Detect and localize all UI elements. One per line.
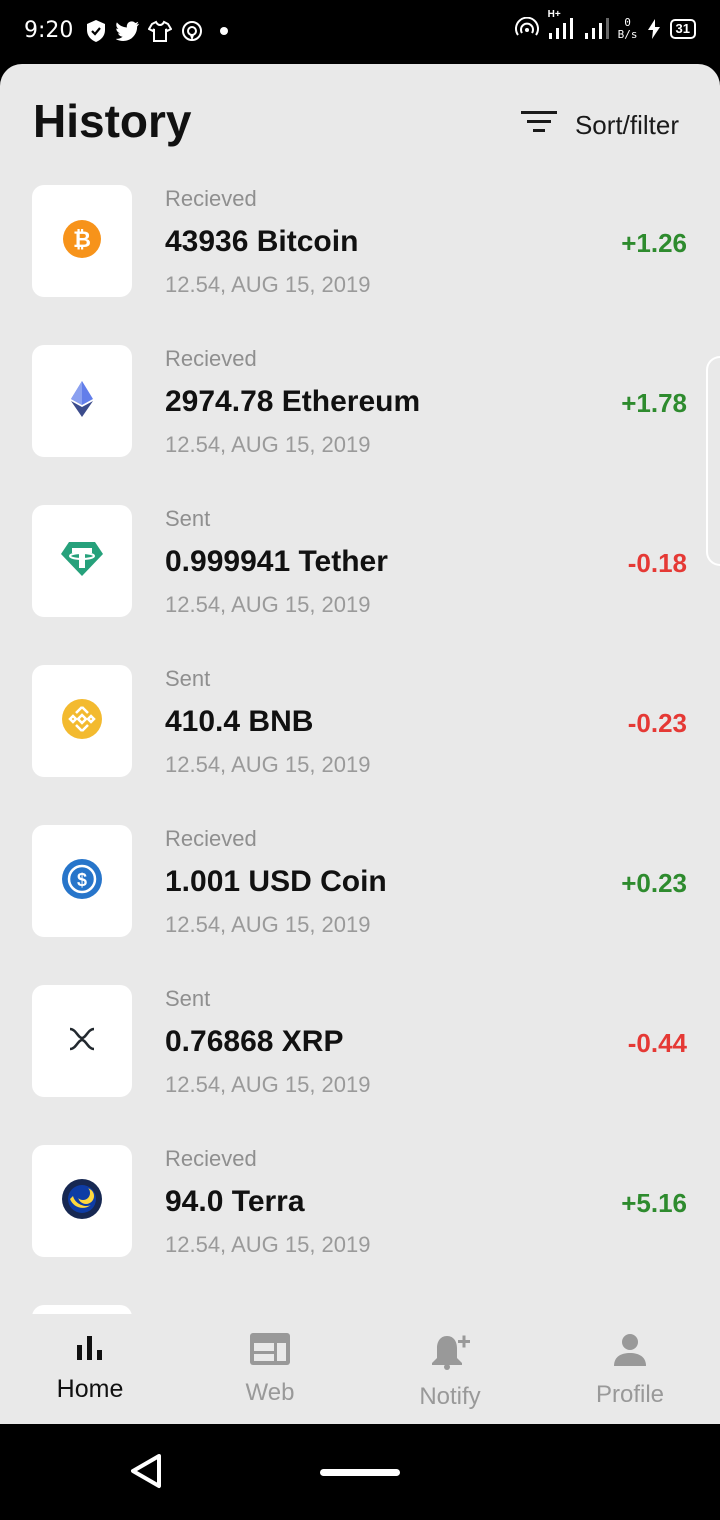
transaction-date: 12.54, AUG 15, 2019 bbox=[165, 912, 371, 937]
transaction-type: Recieved bbox=[165, 826, 257, 851]
transaction-list[interactable]: ₿ Recieved 43936 Bitcoin 12.54, AUG 15, … bbox=[0, 185, 720, 1315]
transaction-amount: +1.26 bbox=[621, 228, 687, 258]
list-item[interactable]: Sent 0.999941 Tether 12.54, AUG 15, 2019… bbox=[0, 505, 720, 665]
list-item[interactable]: Sent 0.76868 XRP 12.54, AUG 15, 2019 -0.… bbox=[0, 985, 720, 1145]
ethereum-icon bbox=[70, 380, 94, 422]
transaction-title: 2974.78 Ethereum bbox=[165, 385, 421, 418]
transaction-date: 12.54, AUG 15, 2019 bbox=[165, 432, 371, 457]
transaction-title: 94.0 Terra bbox=[165, 1185, 305, 1218]
coin-tile: $ bbox=[32, 825, 132, 937]
wifi-calling-icon bbox=[514, 17, 540, 41]
back-icon[interactable] bbox=[128, 1452, 164, 1495]
coin-tile bbox=[32, 505, 132, 617]
nav-label: Web bbox=[245, 1379, 295, 1406]
transaction-amount: +1.78 bbox=[621, 388, 687, 418]
side-drawer-handle[interactable] bbox=[706, 356, 720, 566]
transaction-date: 12.54, AUG 15, 2019 bbox=[165, 1072, 371, 1097]
transaction-title: 0.76868 XRP bbox=[165, 1025, 344, 1058]
transaction-date: 12.54, AUG 15, 2019 bbox=[165, 752, 371, 777]
transaction-type: Sent bbox=[165, 666, 211, 691]
nav-label: Notify bbox=[419, 1383, 481, 1410]
filter-icon bbox=[520, 109, 557, 142]
usd-coin-icon: $ bbox=[61, 858, 103, 905]
transaction-amount: +5.16 bbox=[621, 1188, 687, 1218]
transaction-date: 12.54, AUG 15, 2019 bbox=[165, 272, 371, 297]
data-speed: 0 B/s bbox=[618, 17, 638, 41]
nav-home[interactable]: Home bbox=[0, 1332, 180, 1404]
shirt-icon bbox=[148, 18, 172, 44]
system-navigation-bar bbox=[0, 1424, 720, 1520]
transaction-amount: -0.18 bbox=[627, 548, 687, 578]
nav-notify[interactable]: Notify bbox=[360, 1332, 540, 1411]
bell-plus-icon bbox=[429, 1332, 471, 1375]
nav-web[interactable]: Web bbox=[180, 1332, 360, 1407]
transaction-type: Recieved bbox=[165, 346, 257, 371]
transaction-type: Sent bbox=[165, 986, 211, 1011]
transaction-amount: -0.23 bbox=[627, 708, 687, 738]
bitcoin-icon: ₿ bbox=[62, 219, 102, 264]
battery-icon: 31 bbox=[669, 19, 696, 39]
tether-icon bbox=[60, 541, 104, 582]
network-type: H+ bbox=[547, 9, 561, 20]
svg-text:$: $ bbox=[77, 870, 87, 890]
xrp-icon bbox=[68, 1027, 96, 1056]
transaction-type: Recieved bbox=[165, 1146, 257, 1171]
list-item[interactable]: $ Recieved 1.001 USD Coin 12.54, AUG 15,… bbox=[0, 825, 720, 985]
history-screen: History Sort/filter ₿ Recieved 43936 Bit… bbox=[0, 64, 720, 1424]
list-item[interactable]: Recieved 94.0 Terra 12.54, AUG 15, 2019 … bbox=[0, 1145, 720, 1305]
home-gesture-bar[interactable] bbox=[320, 1469, 400, 1476]
transaction-title: 43936 Bitcoin bbox=[165, 225, 359, 258]
list-item[interactable]: ₿ Recieved 43936 Bitcoin 12.54, AUG 15, … bbox=[0, 185, 720, 345]
bnb-icon bbox=[61, 698, 103, 745]
svg-text:₿: ₿ bbox=[73, 227, 91, 252]
twitter-icon bbox=[116, 18, 140, 44]
status-bar: 9:20 H+ 0 B/s 31 bbox=[0, 0, 720, 64]
bar-chart-icon bbox=[75, 1332, 105, 1367]
person-icon bbox=[612, 1332, 648, 1373]
nav-profile[interactable]: Profile bbox=[540, 1332, 720, 1409]
signal-icon bbox=[584, 17, 610, 41]
shield-icon bbox=[84, 18, 108, 44]
coin-tile bbox=[32, 665, 132, 777]
system-icons: H+ 0 B/s 31 bbox=[514, 9, 696, 41]
terra-icon bbox=[61, 1178, 103, 1225]
nav-label: Home bbox=[56, 1375, 124, 1403]
sort-filter-button[interactable]: Sort/filter bbox=[520, 109, 679, 142]
page-title: History bbox=[33, 95, 192, 147]
transaction-type: Sent bbox=[165, 506, 211, 531]
speed-unit: B/s bbox=[617, 28, 638, 41]
nav-label: Profile bbox=[595, 1381, 665, 1408]
coin-tile bbox=[32, 345, 132, 457]
list-item[interactable]: Sent 410.4 BNB 12.54, AUG 15, 2019 -0.23 bbox=[0, 665, 720, 825]
transaction-type: Recieved bbox=[165, 186, 257, 211]
hotspot-icon bbox=[180, 18, 204, 44]
coin-tile bbox=[32, 1145, 132, 1257]
signal-h-icon: H+ bbox=[548, 9, 576, 41]
transaction-title: 0.999941 Tether bbox=[165, 545, 388, 578]
transaction-amount: +0.23 bbox=[621, 868, 687, 898]
transaction-title: 1.001 USD Coin bbox=[165, 865, 387, 898]
dot-icon bbox=[212, 18, 236, 44]
coin-tile: ₿ bbox=[32, 185, 132, 297]
notification-icons bbox=[84, 18, 236, 44]
transaction-title: 410.4 BNB bbox=[165, 705, 314, 738]
charging-icon bbox=[646, 18, 662, 40]
sort-filter-label: Sort/filter bbox=[574, 110, 679, 140]
coin-tile bbox=[32, 985, 132, 1097]
web-icon bbox=[249, 1332, 291, 1371]
list-item[interactable]: Recieved 2974.78 Ethereum 12.54, AUG 15,… bbox=[0, 345, 720, 505]
transaction-date: 12.54, AUG 15, 2019 bbox=[165, 1232, 371, 1257]
status-time: 9:20 bbox=[24, 18, 74, 43]
transaction-amount: -0.44 bbox=[627, 1028, 687, 1058]
transaction-date: 12.54, AUG 15, 2019 bbox=[165, 592, 371, 617]
bottom-navigation: Home Web Notify Profile bbox=[0, 1314, 720, 1424]
